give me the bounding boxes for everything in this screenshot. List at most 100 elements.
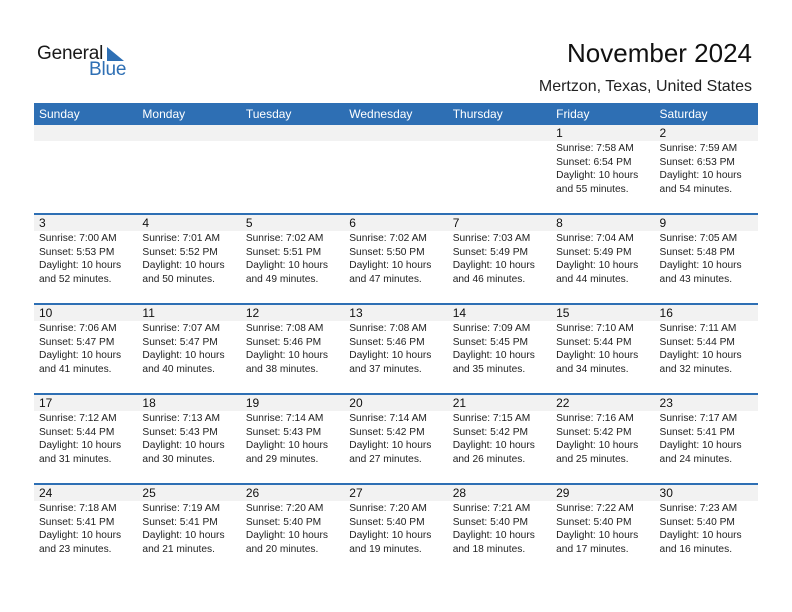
sunrise-text: Sunrise: 7:20 AM: [245, 503, 324, 514]
daylight-text: and 23 minutes.: [39, 543, 112, 555]
day-cell: [241, 141, 344, 196]
daylight-text: and 26 minutes.: [452, 453, 526, 465]
daylight-text: and 21 minutes.: [142, 543, 215, 555]
week-row: 24 25 26 27 28 29 30 Sunrise: 7:18 AM Sunset: 5:…: [34, 483, 758, 573]
sunset-text: Sunset: 5:44 PM: [556, 336, 632, 348]
daylight-text: and 43 minutes.: [659, 273, 733, 285]
day-cell: Sunrise: 7:02 AM Sunset: 5:51 PM Daylight:…: [241, 231, 344, 286]
day-number: 13: [349, 306, 363, 320]
page-title: November 2024: [567, 38, 752, 68]
sunrise-text: Sunrise: 7:17 AM: [659, 413, 738, 424]
daylight-text: and 20 minutes.: [245, 543, 319, 555]
sunset-text: Sunset: 5:41 PM: [659, 426, 735, 438]
sunrise-text: Sunrise: 7:02 AM: [349, 233, 427, 244]
daylight-text: and 55 minutes.: [556, 183, 629, 195]
sunrise-text: Sunrise: 7:04 AM: [556, 233, 634, 244]
sunset-text: Sunset: 5:40 PM: [245, 516, 322, 528]
daylight-text: and 40 minutes.: [142, 363, 215, 375]
sunset-text: Sunset: 5:46 PM: [349, 336, 425, 348]
daylight-text: Daylight: 10 hours: [452, 530, 535, 541]
daylight-text: Daylight: 10 hours: [142, 350, 225, 361]
day-cell: Sunrise: 7:16 AM Sunset: 5:42 PM Daylight:…: [551, 411, 654, 466]
day-cell: Sunrise: 7:20 AM Sunset: 5:40 PM Daylight:…: [241, 501, 344, 556]
sunrise-text: Sunrise: 7:07 AM: [142, 323, 221, 334]
date-strip: 3 4 5 6 7 8 9: [34, 215, 758, 231]
daylight-text: and 35 minutes.: [452, 363, 526, 375]
daylight-text: Daylight: 10 hours: [452, 350, 535, 361]
daylight-text: and 19 minutes.: [349, 543, 422, 555]
day-number: 6: [349, 216, 356, 230]
location-subtitle: Mertzon, Texas, United States: [538, 78, 752, 95]
sunset-text: Sunset: 5:53 PM: [39, 246, 115, 258]
daylight-text: Daylight: 10 hours: [349, 350, 432, 361]
date-strip: 24 25 26 27 28 29 30: [34, 485, 758, 501]
daylight-text: Daylight: 10 hours: [142, 530, 225, 541]
day-cell: Sunrise: 7:58 AM Sunset: 6:54 PM Daylight:…: [551, 141, 654, 196]
daylight-text: and 52 minutes.: [39, 273, 112, 285]
day-number: [34, 125, 137, 141]
weekday-friday: Friday: [556, 107, 590, 121]
day-number: 9: [659, 216, 667, 230]
day-number: 28: [452, 486, 467, 500]
day-number: 14: [452, 306, 467, 320]
daylight-text: Daylight: 10 hours: [659, 260, 742, 271]
day-number: 29: [556, 486, 570, 500]
day-number: [344, 125, 447, 141]
sunset-text: Sunset: 5:46 PM: [245, 336, 322, 348]
daylight-text: Daylight: 10 hours: [659, 530, 742, 541]
sunrise-text: Sunrise: 7:10 AM: [556, 323, 634, 334]
sunrise-text: Sunrise: 7:20 AM: [349, 503, 427, 514]
logo: General Blue: [37, 43, 137, 83]
sunrise-text: Sunrise: 7:00 AM: [39, 233, 117, 244]
weekday-thursday: Thursday: [452, 107, 503, 121]
sunset-text: Sunset: 5:51 PM: [245, 246, 322, 258]
day-cell: Sunrise: 7:03 AM Sunset: 5:49 PM Daylight:…: [448, 231, 551, 286]
sunrise-text: Sunrise: 7:05 AM: [659, 233, 738, 244]
date-strip: 10 11 12 13 14 15 16: [34, 305, 758, 321]
day-number: 19: [245, 396, 260, 410]
daylight-text: and 30 minutes.: [142, 453, 215, 465]
day-cell: [344, 141, 447, 196]
day-number: 18: [142, 396, 156, 410]
daylight-text: and 29 minutes.: [245, 453, 319, 465]
day-cell: Sunrise: 7:23 AM Sunset: 5:40 PM Daylight:…: [655, 501, 758, 556]
daylight-text: and 17 minutes.: [556, 543, 629, 555]
week-row: 3 4 5 6 7 8 9 Sunrise: 7:00 AM Sunset: 5:53 PM Da…: [34, 213, 758, 303]
day-number: 3: [39, 216, 46, 230]
daylight-text: and 49 minutes.: [245, 273, 319, 285]
daylight-text: and 32 minutes.: [659, 363, 733, 375]
daylight-text: Daylight: 10 hours: [39, 530, 122, 541]
day-number: 15: [556, 306, 570, 320]
day-number: [448, 125, 551, 141]
day-number: 12: [245, 306, 260, 320]
day-cell: Sunrise: 7:14 AM Sunset: 5:42 PM Daylight:…: [344, 411, 447, 466]
sunrise-text: Sunrise: 7:14 AM: [349, 413, 427, 424]
sunset-text: Sunset: 5:47 PM: [142, 336, 218, 348]
day-number: 20: [349, 396, 363, 410]
day-cell: Sunrise: 7:09 AM Sunset: 5:45 PM Daylight:…: [448, 321, 551, 376]
day-number: 23: [659, 396, 673, 410]
daylight-text: Daylight: 10 hours: [245, 530, 328, 541]
weekday-wednesday: Wednesday: [349, 107, 413, 121]
weekday-sunday: Sunday: [39, 107, 80, 121]
weekday-saturday: Saturday: [659, 107, 708, 121]
sunrise-text: Sunrise: 7:21 AM: [452, 503, 531, 514]
day-cell: Sunrise: 7:08 AM Sunset: 5:46 PM Daylight:…: [344, 321, 447, 376]
sunrise-text: Sunrise: 7:09 AM: [452, 323, 531, 334]
weekday-header: Sunday Monday Tuesday Wednesday Thursday Frid…: [34, 103, 758, 125]
sunset-text: Sunset: 5:40 PM: [349, 516, 425, 528]
sunset-text: Sunset: 5:47 PM: [39, 336, 115, 348]
sunset-text: Sunset: 5:44 PM: [39, 426, 115, 438]
daylight-text: Daylight: 10 hours: [556, 440, 639, 451]
daylight-text: and 34 minutes.: [556, 363, 629, 375]
sunrise-text: Sunrise: 7:08 AM: [349, 323, 427, 334]
daylight-text: and 16 minutes.: [659, 543, 733, 555]
sunset-text: Sunset: 5:40 PM: [452, 516, 529, 528]
daylight-text: and 44 minutes.: [556, 273, 629, 285]
sunrise-text: Sunrise: 7:16 AM: [556, 413, 634, 424]
day-cell: Sunrise: 7:17 AM Sunset: 5:41 PM Daylight:…: [655, 411, 758, 466]
day-number: 27: [349, 486, 363, 500]
daylight-text: and 46 minutes.: [452, 273, 526, 285]
day-cell: Sunrise: 7:13 AM Sunset: 5:43 PM Daylight:…: [137, 411, 240, 466]
sunrise-text: Sunrise: 7:03 AM: [452, 233, 531, 244]
